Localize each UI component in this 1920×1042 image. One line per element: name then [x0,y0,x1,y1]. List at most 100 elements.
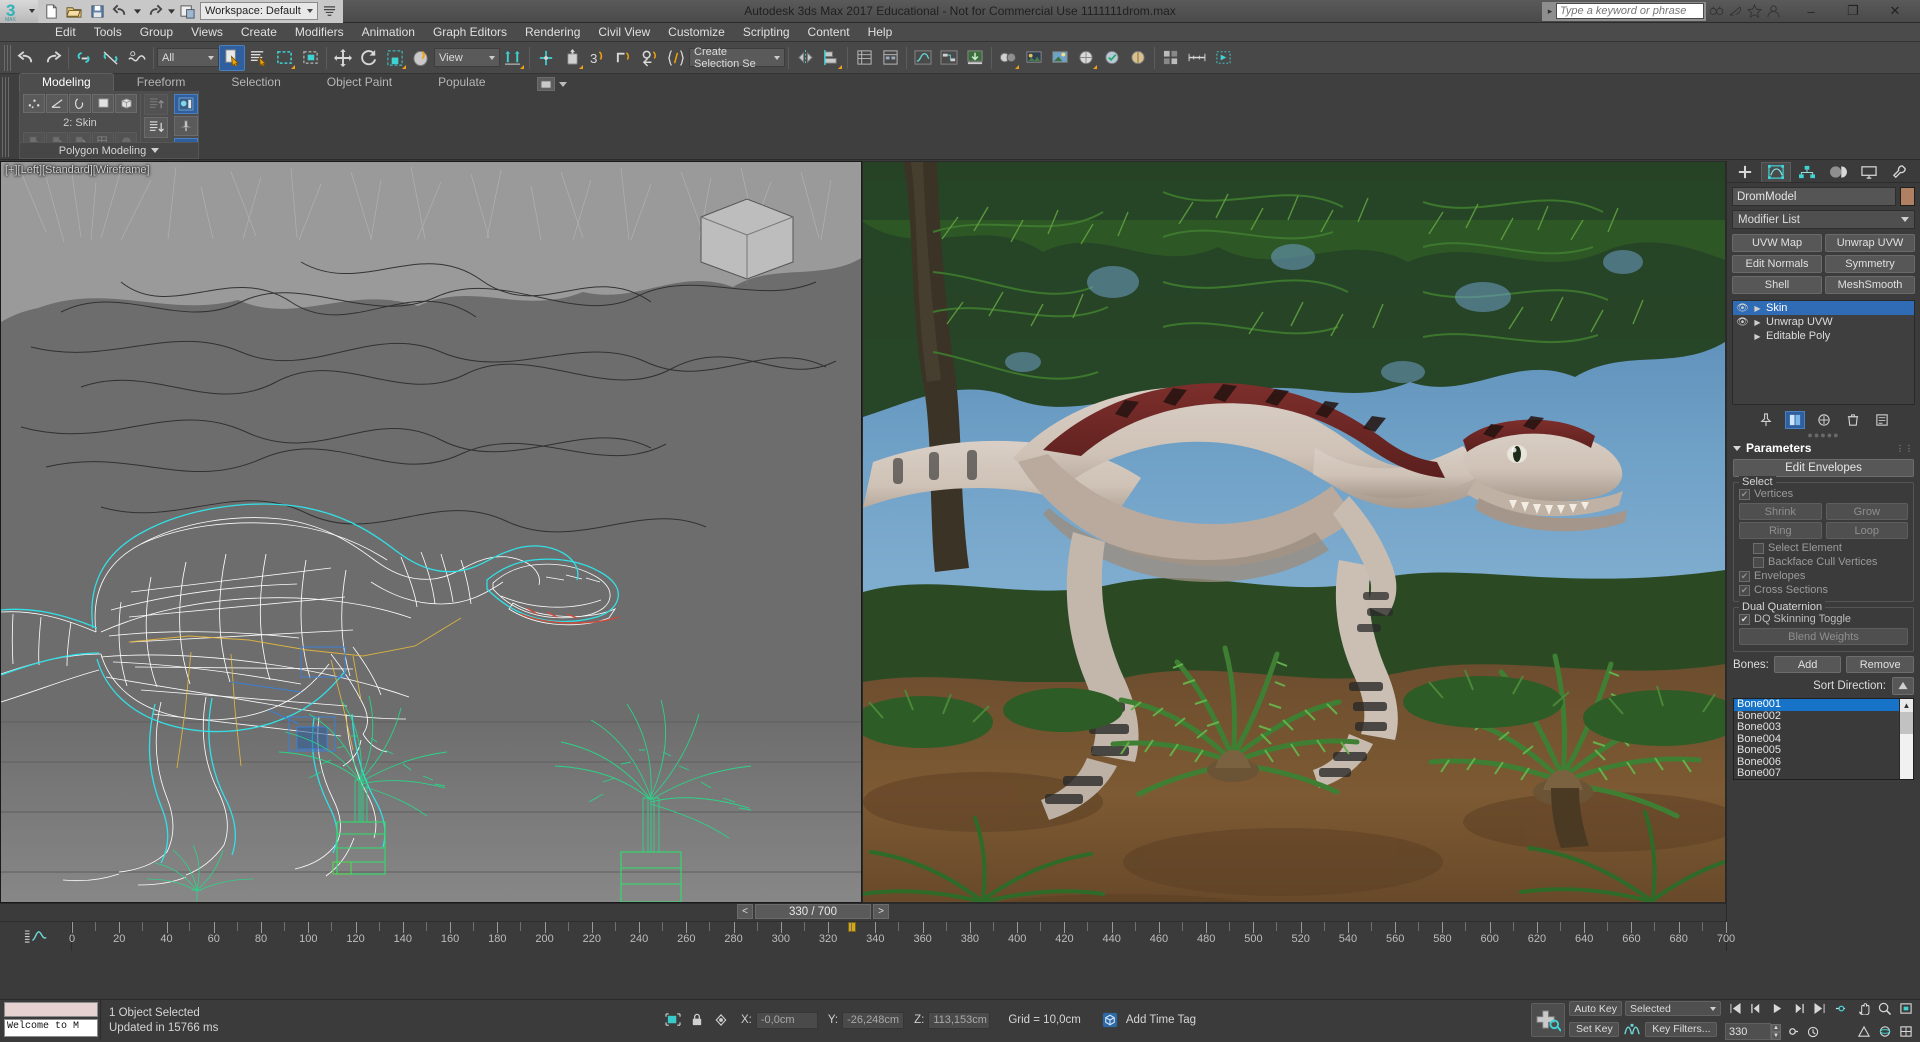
communication-center-icon[interactable] [1727,2,1744,21]
time-configuration-icon[interactable] [1803,1022,1823,1042]
search-input[interactable] [1556,3,1704,19]
track-bar[interactable]: 0204060801001201401601802002202402602803… [0,921,1726,951]
infocenter-search-icon[interactable] [1708,2,1725,21]
ribbon-tab-freeform[interactable]: Freeform [114,73,209,91]
loop-button[interactable]: Loop [1826,522,1909,539]
scene-explorer-icon[interactable] [877,45,903,71]
current-frame-field[interactable]: 330 [1725,1023,1771,1040]
bones-add-button[interactable]: Add [1774,656,1842,673]
z-coordinate-field[interactable]: 113,153cm [928,1012,990,1029]
object-color-swatch[interactable] [1900,187,1915,206]
chevron-down-icon[interactable] [559,82,567,87]
angle-snap-toggle[interactable]: 3 [585,45,611,71]
open-file-icon[interactable] [63,1,85,21]
maxscript-input-line[interactable] [4,1002,98,1017]
display-tab[interactable] [1854,162,1884,182]
go-to-end-icon[interactable] [1809,999,1829,1019]
modifier-stack[interactable]: 👁 ▶ Skin 👁 ▶ Unwrap UVW ▶ Editable Poly [1732,300,1915,405]
menu-item-scripting[interactable]: Scripting [734,23,799,42]
maximize-viewport-toggle-icon[interactable] [1896,1022,1916,1042]
eye-icon[interactable]: 👁 [1736,317,1749,328]
preview-animation-icon[interactable] [1210,45,1236,71]
menu-item-create[interactable]: Create [232,23,286,42]
envelopes-checkbox-row[interactable]: ✔ Envelopes [1739,569,1908,583]
redo-icon[interactable] [143,1,165,21]
maxscript-mini-listener[interactable]: Welcome to M [0,1000,100,1040]
ribbon-tab-populate[interactable]: Populate [415,73,508,91]
set-key-button[interactable]: Set Key [1569,1022,1619,1037]
frame-indicator[interactable]: 330 / 700 [755,904,871,919]
render-active-shade-icon[interactable] [1125,45,1151,71]
toolbar-grip[interactable] [4,45,11,71]
key-filters-button[interactable]: Key Filters... [1645,1022,1717,1037]
spinner-up-icon[interactable]: ▲ [1771,1024,1781,1032]
set-keys-button[interactable] [1531,1003,1565,1037]
viewport-right-rendered[interactable] [862,161,1726,903]
undo-icon[interactable] [109,1,131,21]
dq-skinning-toggle-row[interactable]: ✔ DQ Skinning Toggle [1739,612,1908,626]
adaptive-degradation-icon[interactable] [1158,45,1184,71]
backface-cull-checkbox-row[interactable]: Backface Cull Vertices [1739,555,1908,569]
use-pivot-point-center-tool[interactable] [500,45,526,71]
hierarchy-tab[interactable] [1792,162,1822,182]
go-to-start-icon[interactable] [1725,999,1745,1019]
pin-stack-icon[interactable] [174,116,198,136]
mirror-icon[interactable] [792,45,818,71]
key-mode-icon[interactable] [1782,1022,1802,1042]
eye-icon[interactable]: 👁 [1736,303,1749,314]
rendered-frame-window-icon[interactable] [1047,45,1073,71]
x-coordinate-field[interactable]: -0,0cm [756,1012,818,1029]
select-and-move-tool[interactable] [330,45,356,71]
menu-item-edit[interactable]: Edit [46,23,85,42]
schematic-view-icon[interactable] [936,45,962,71]
save-file-icon[interactable] [86,1,108,21]
menu-item-customize[interactable]: Customize [659,23,734,42]
select-by-name-tool[interactable] [245,45,271,71]
menu-item-tools[interactable]: Tools [85,23,131,42]
redo-tool-icon[interactable] [39,45,65,71]
modifier-stack-item-unwrap-uvw[interactable]: 👁 ▶ Unwrap UVW [1733,315,1914,329]
menu-item-views[interactable]: Views [182,23,232,42]
collapse-stack-up-icon[interactable] [144,94,168,115]
align-icon[interactable] [818,45,844,71]
project-folder-icon[interactable] [177,1,199,21]
render-iterative-icon[interactable] [1099,45,1125,71]
pin-stack-icon[interactable] [1756,411,1776,429]
edge-subobject-icon[interactable] [46,94,68,113]
make-unique-icon[interactable] [1814,411,1834,429]
create-tab[interactable] [1730,162,1760,182]
scrollbar-thumb[interactable] [1900,712,1913,734]
previous-frame-icon[interactable] [1746,999,1766,1019]
bone-list-item[interactable]: Bone003 [1734,722,1899,734]
named-selection-sets-field[interactable]: Create Selection Se [689,48,785,67]
checkbox-icon[interactable] [1753,543,1764,554]
spinner-down-icon[interactable]: ▼ [1771,1032,1781,1040]
expand-triangle-icon[interactable]: ▶ [1753,332,1762,341]
element-subobject-icon[interactable] [115,94,137,113]
favorites-star-icon[interactable] [1746,2,1763,21]
ribbon-tab-modeling[interactable]: Modeling [19,73,114,91]
unlink-selection-icon[interactable] [98,45,124,71]
time-tag-area[interactable]: Add Time Tag [1099,1009,1196,1031]
menu-item-group[interactable]: Group [131,23,182,42]
menu-item-graph-editors[interactable]: Graph Editors [424,23,516,42]
ring-button[interactable]: Ring [1739,522,1822,539]
modifier-button-uvw-map[interactable]: UVW Map [1732,234,1822,252]
undo-dropdown-icon[interactable] [132,1,142,21]
modifier-stack-item-editable-poly[interactable]: ▶ Editable Poly [1733,329,1914,343]
border-subobject-icon[interactable] [69,94,91,113]
modifier-button-meshsmooth[interactable]: MeshSmooth [1825,276,1915,294]
current-frame-spinner[interactable]: ▲ ▼ [1771,1024,1781,1040]
show-end-result-icon[interactable] [1785,411,1805,429]
workspace-selector[interactable]: Workspace: Default [200,2,318,20]
panel-footer[interactable]: Polygon Modeling [20,142,198,158]
selection-lock-region-icon[interactable] [663,1010,683,1030]
viewport-left-wireframe[interactable]: [+][Left][Standard][Wireframe] [0,161,862,903]
new-file-icon[interactable] [40,1,62,21]
shrink-button[interactable]: Shrink [1739,503,1822,520]
selection-lock-toggle-icon[interactable] [687,1010,707,1030]
select-and-link-icon[interactable] [72,45,98,71]
curve-editor-icon[interactable] [910,45,936,71]
next-frame-icon[interactable] [1788,999,1808,1019]
cross-sections-checkbox-row[interactable]: ✔ Cross Sections [1739,583,1908,597]
